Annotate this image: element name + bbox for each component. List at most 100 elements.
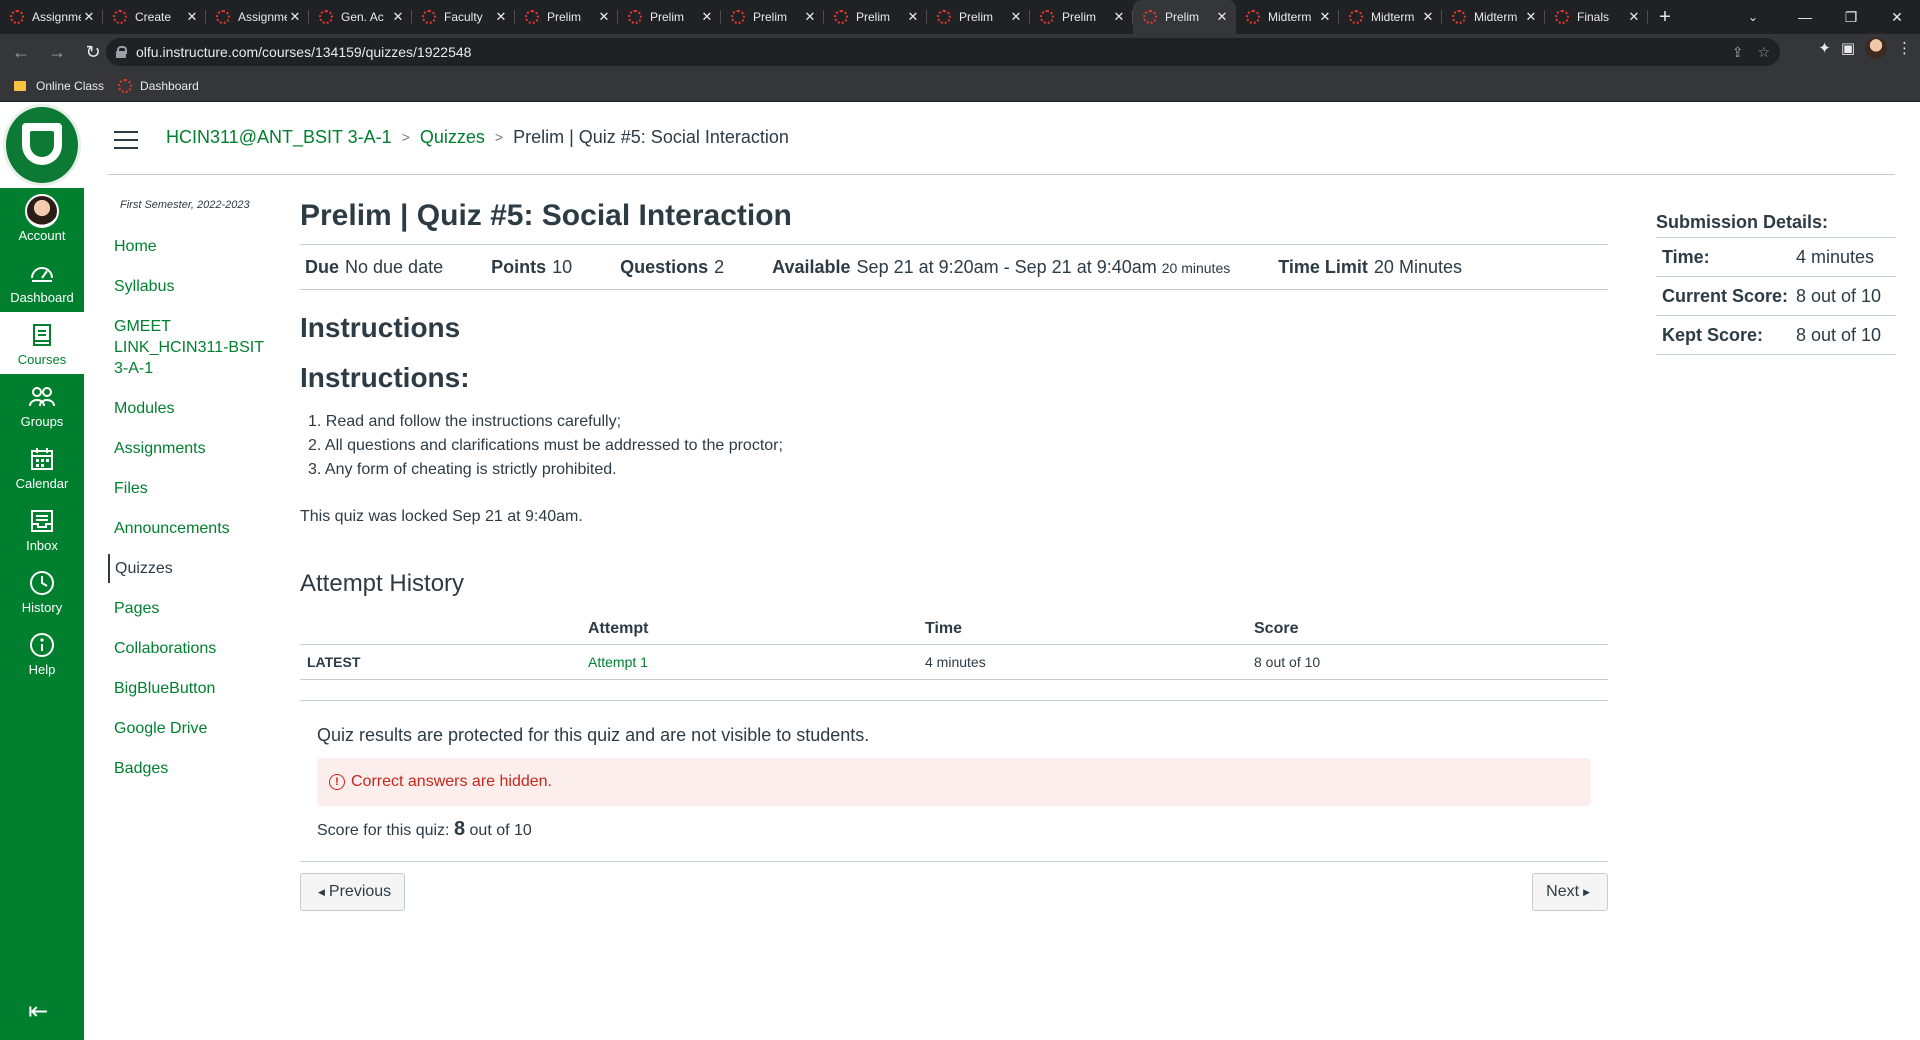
tab-close-icon[interactable]: ✕ [493,9,509,25]
bookmark-online-class[interactable]: Online Class [14,79,104,93]
course-nav-announcements[interactable]: Announcements [108,514,278,543]
field-value: No due date [345,256,444,277]
global-nav-label: Inbox [26,537,58,553]
course-nav-modules[interactable]: Modules [108,394,278,423]
score-label: Score for this quiz: [317,822,450,839]
tab-close-icon[interactable]: ✕ [390,9,406,25]
course-nav-assignments[interactable]: Assignments [108,434,278,463]
browser-tab[interactable]: Gen. Ac ✕ [309,0,412,34]
browser-tab[interactable]: Prelim ✕ [618,0,721,34]
course-menu-toggle-icon[interactable] [114,131,138,149]
tab-close-icon[interactable]: ✕ [184,9,200,25]
browser-tab[interactable]: Assignment✕ [0,0,103,34]
url-text: olfu.instructure.com/courses/134159/quiz… [136,44,472,60]
course-nav-files[interactable]: Files [108,474,278,503]
share-icon[interactable]: ⇪ [1732,44,1744,61]
course-nav-quizzes[interactable]: Quizzes [108,554,278,583]
global-nav-account[interactable]: Account [0,188,84,250]
browser-tab[interactable]: Midterm ✕ [1236,0,1339,34]
header-divider [108,174,1895,175]
history-icon [29,568,55,598]
global-nav-inbox[interactable]: Inbox [0,498,84,560]
tab-close-icon[interactable]: ✕ [1008,9,1024,25]
extensions-icon[interactable]: ✦ [1818,39,1831,57]
canvas-favicon-icon [937,10,951,24]
browser-menu-icon[interactable]: ⋮ [1897,39,1912,57]
course-nav-badges[interactable]: Badges [108,754,278,783]
tab-close-icon[interactable]: ✕ [1111,9,1127,25]
course-nav-pages[interactable]: Pages [108,594,278,623]
tab-close-icon[interactable]: ✕ [1214,9,1230,25]
tab-close-icon[interactable]: ✕ [1420,9,1436,25]
browser-tab[interactable]: Assignment✕ [206,0,309,34]
browser-tab[interactable]: Midterm ✕ [1339,0,1442,34]
global-nav-label: Groups [20,413,64,429]
back-icon[interactable]: ← [6,37,36,67]
course-nav-syllabus[interactable]: Syllabus [108,272,278,301]
canvas-favicon-icon [216,10,230,24]
table-header-row: Attempt Time Score [300,614,1608,645]
column-header: Time [925,614,1254,645]
tab-close-icon[interactable]: ✕ [81,9,97,25]
minimize-icon[interactable]: — [1782,0,1828,34]
canvas-favicon-icon [1143,10,1157,24]
browser-tab[interactable]: Midterm ✕ [1442,0,1545,34]
tab-close-icon[interactable]: ✕ [596,9,612,25]
submission-details: Submission Details: Time: 4 minutes Curre… [1656,212,1896,355]
course-nav-google-drive[interactable]: Google Drive [108,714,278,743]
browser-tab[interactable]: Faculty ✕ [412,0,515,34]
global-nav-groups[interactable]: Groups [0,374,84,436]
breadcrumb-course[interactable]: HCIN311@ANT_BSIT 3-A-1 [166,127,392,148]
browser-tab[interactable]: Prelim ✕ [824,0,927,34]
next-button[interactable]: Next ▶ [1532,873,1608,911]
browser-tab[interactable]: Prelim ✕ [721,0,824,34]
restore-icon[interactable]: ❐ [1828,0,1874,34]
forward-icon[interactable]: → [42,37,72,67]
new-tab-icon[interactable]: + [1648,6,1682,29]
tab-close-icon[interactable]: ✕ [905,9,921,25]
available-duration: 20 minutes [1161,259,1231,276]
browser-tab[interactable]: Prelim ✕ [515,0,618,34]
breadcrumb-quizzes[interactable]: Quizzes [420,127,485,148]
global-nav-help[interactable]: Help [0,622,84,684]
browser-tab[interactable]: Prelim ✕ [927,0,1030,34]
reload-icon[interactable]: ↻ [78,37,108,67]
bookmark-dashboard[interactable]: Dashboard [118,78,199,93]
bookmark-star-icon[interactable]: ☆ [1757,44,1770,61]
tab-close-icon[interactable]: ✕ [287,9,303,25]
browser-tab[interactable]: Create ✕ [103,0,206,34]
course-nav-gmeet-link[interactable]: GMEET LINK_HCIN311-BSIT 3-A-1 [108,312,278,383]
previous-button[interactable]: ◀ Previous [300,873,406,911]
tab-close-icon[interactable]: ✕ [1523,9,1539,25]
tab-search-icon[interactable]: ⌄ [1736,0,1770,34]
global-nav-label: Calendar [15,475,69,491]
global-nav-history[interactable]: History [0,560,84,622]
window-close-icon[interactable]: ✕ [1874,0,1920,34]
tab-title: Prelim [1165,10,1200,24]
browser-tab[interactable]: Finals ✕ [1545,0,1648,34]
tab-close-icon[interactable]: ✕ [1626,9,1642,25]
lock-icon[interactable] [116,46,127,58]
quiz-results: Quiz results are protected for this quiz… [300,700,1608,841]
browser-tab-active[interactable]: Prelim ✕ [1133,0,1236,34]
course-nav-collaborations[interactable]: Collaborations [108,634,278,663]
collapse-nav-icon[interactable]: ⇤ [28,997,48,1026]
global-nav-courses[interactable]: Courses [0,312,84,374]
attempt-link[interactable]: Attempt 1 [588,654,648,670]
canvas-favicon-icon [422,10,436,24]
global-nav-calendar[interactable]: Calendar [0,436,84,498]
side-panel-icon[interactable]: ▣ [1841,39,1855,57]
browser-tab[interactable]: Prelim ✕ [1030,0,1133,34]
tab-close-icon[interactable]: ✕ [802,9,818,25]
address-bar[interactable]: olfu.instructure.com/courses/134159/quiz… [106,38,1780,66]
school-logo[interactable] [0,102,84,188]
answers-hidden-alert: ! Correct answers are hidden. [317,758,1591,806]
course-nav-bigbluebutton[interactable]: BigBlueButton [108,674,278,703]
tab-title: Prelim [753,10,788,24]
folder-icon [14,80,26,91]
tab-close-icon[interactable]: ✕ [699,9,715,25]
tab-close-icon[interactable]: ✕ [1317,9,1333,25]
profile-avatar[interactable] [1865,37,1887,59]
course-nav-home[interactable]: Home [108,232,278,261]
global-nav-dashboard[interactable]: Dashboard [0,250,84,312]
